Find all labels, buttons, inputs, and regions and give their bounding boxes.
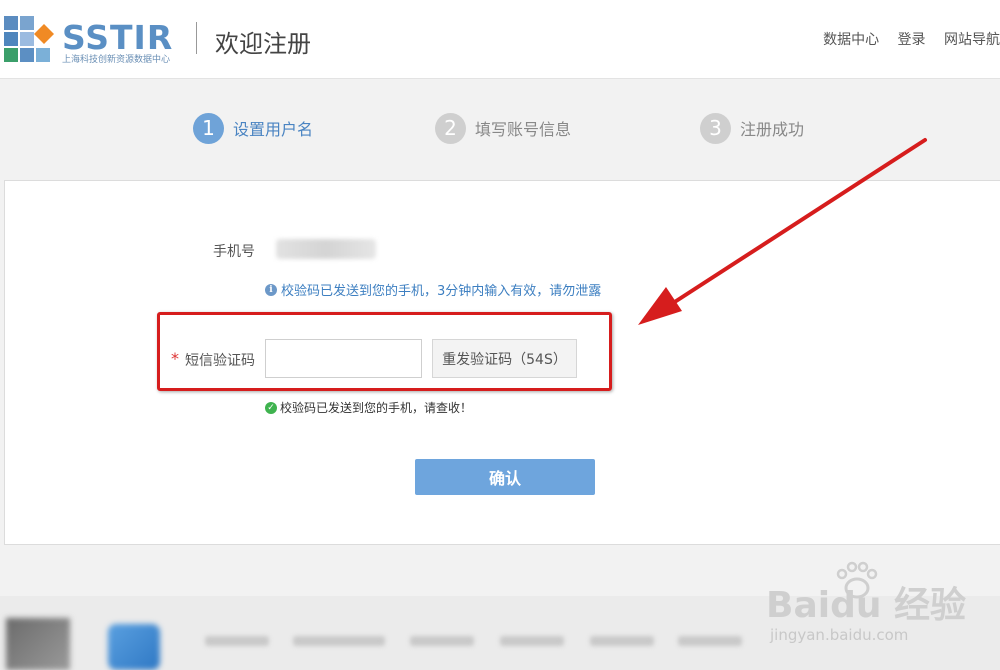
annotation-arrow-icon bbox=[638, 138, 927, 325]
watermark-brand: Baidu 经验 bbox=[766, 585, 967, 626]
footer-app-icon bbox=[108, 624, 160, 670]
sms-success-message: ✓ 校验码已发送到您的手机，请查收！ bbox=[265, 399, 472, 416]
footer-link bbox=[590, 636, 654, 646]
confirm-button[interactable]: 确认 bbox=[415, 459, 595, 495]
info-icon: i bbox=[265, 283, 277, 296]
footer-link bbox=[678, 636, 742, 646]
footer-qr-image bbox=[6, 618, 70, 670]
check-icon: ✓ bbox=[265, 401, 277, 414]
header-divider bbox=[196, 22, 197, 54]
info-message: 校验码已发送到您的手机，3分钟内输入有效，请勿泄露 bbox=[281, 284, 602, 299]
step-label: 填写账号信息 bbox=[475, 120, 572, 139]
step-label: 设置用户名 bbox=[233, 120, 314, 139]
logo-mark-icon bbox=[4, 16, 54, 62]
footer-link bbox=[293, 636, 385, 646]
annotation-highlight-box bbox=[157, 312, 612, 391]
sstir-logo[interactable]: SSTIR 上海科技创新资源数据中心 bbox=[4, 16, 184, 65]
phone-label: 手机号 bbox=[213, 244, 255, 260]
step-2: 2 填写账号信息 bbox=[435, 112, 571, 144]
footer-link bbox=[410, 636, 474, 646]
nav-link-data-center[interactable]: 数据中心 bbox=[823, 32, 879, 48]
top-nav: 数据中心 登录 网站导航 bbox=[809, 29, 1000, 49]
nav-link-site-nav[interactable]: 网站导航 bbox=[944, 32, 1000, 48]
nav-link-login[interactable]: 登录 bbox=[898, 32, 926, 48]
page-title: 欢迎注册 bbox=[215, 30, 311, 58]
baidu-jingyan-watermark: Baidu 经验 jingyan.baidu.com bbox=[766, 556, 976, 656]
success-text: 校验码已发送到您的手机，请查收！ bbox=[280, 401, 473, 415]
step-number: 1 bbox=[193, 112, 224, 144]
phone-number-redacted bbox=[276, 239, 376, 259]
step-1: 1 设置用户名 bbox=[193, 112, 313, 144]
site-header: SSTIR 上海科技创新资源数据中心 欢迎注册 数据中心 登录 网站导航 bbox=[0, 0, 1000, 79]
footer-link bbox=[205, 636, 269, 646]
sms-sent-info: i 校验码已发送到您的手机，3分钟内输入有效，请勿泄露 bbox=[265, 280, 601, 299]
watermark-url: jingyan.baidu.com bbox=[770, 626, 909, 644]
logo-subtitle: 上海科技创新资源数据中心 bbox=[62, 55, 171, 65]
footer-link bbox=[500, 636, 564, 646]
step-number: 2 bbox=[435, 112, 466, 144]
